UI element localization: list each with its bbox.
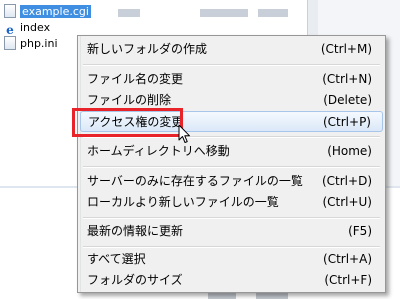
menu-item-label: フォルダのサイズ [87, 273, 183, 287]
ie-html-icon: e [6, 23, 14, 37]
column-text-blur [200, 9, 248, 17]
menu-item-label: サーバーのみに存在するファイルの一覧 [87, 174, 303, 188]
menu-item-select-all[interactable]: すべて選択 (Ctrl+A) [80, 249, 383, 270]
mouse-cursor-icon [178, 124, 190, 143]
menu-item-label: ファイル名の変更 [87, 72, 184, 86]
file-name: php.ini [20, 37, 58, 50]
file-row-example-cgi[interactable]: example.cgi [4, 4, 91, 20]
file-row-php-ini[interactable]: php.ini [4, 36, 58, 52]
menu-item-server-only-files[interactable]: サーバーのみに存在するファイルの一覧 (Ctrl+D) [80, 171, 383, 192]
menu-item-shortcut: (Ctrl+F) [324, 273, 372, 287]
menu-item-shortcut: (Ctrl+P) [322, 115, 371, 129]
menu-separator [83, 64, 380, 66]
menu-separator [83, 166, 380, 168]
file-name: example.cgi [20, 5, 91, 18]
menu-item-label: 新しいフォルダの作成 [87, 42, 208, 56]
menu-separator [83, 246, 380, 248]
menu-item-shortcut: (Ctrl+U) [322, 195, 372, 209]
menu-item-shortcut: (Ctrl+A) [323, 252, 372, 266]
menu-item-shortcut: (F5) [348, 224, 372, 238]
menu-item-rename[interactable]: ファイル名の変更 (Ctrl+N) [80, 69, 383, 90]
column-text-blur [258, 9, 288, 17]
menu-item-label: 最新の情報に更新 [87, 224, 184, 238]
screenshot-stage: example.cgi e index php.ini 新しいフォルダの作成 (C… [0, 0, 400, 299]
column-text-blur [118, 9, 140, 17]
menu-item-shortcut: (Ctrl+M) [320, 42, 372, 56]
highlight-annotation [72, 108, 183, 137]
menu-item-folder-size[interactable]: フォルダのサイズ (Ctrl+F) [80, 270, 383, 291]
menu-item-refresh[interactable]: 最新の情報に更新 (F5) [80, 221, 383, 242]
file-icon [4, 4, 16, 18]
menu-item-shortcut: (Home) [327, 144, 372, 158]
menu-item-label: すべて選択 [87, 252, 146, 266]
menu-item-label: ローカルより新しいファイルの一覧 [87, 195, 279, 209]
menu-item-shortcut: (Ctrl+N) [322, 72, 372, 86]
menu-item-go-home[interactable]: ホームディレクトリへ移動 (Home) [80, 141, 383, 162]
menu-separator [83, 217, 380, 219]
menu-item-label: ホームディレクトリへ移動 [87, 144, 230, 158]
menu-item-shortcut: (Ctrl+D) [321, 174, 372, 188]
menu-item-new-folder[interactable]: 新しいフォルダの作成 (Ctrl+M) [80, 39, 383, 60]
file-row-index[interactable]: e index [4, 20, 51, 37]
file-icon [4, 36, 16, 50]
file-name: index [20, 21, 51, 34]
context-menu: 新しいフォルダの作成 (Ctrl+M) ファイル名の変更 (Ctrl+N) ファ… [77, 35, 386, 293]
menu-item-newer-than-local[interactable]: ローカルより新しいファイルの一覧 (Ctrl+U) [80, 192, 383, 213]
menu-item-shortcut: (Delete) [323, 93, 372, 107]
